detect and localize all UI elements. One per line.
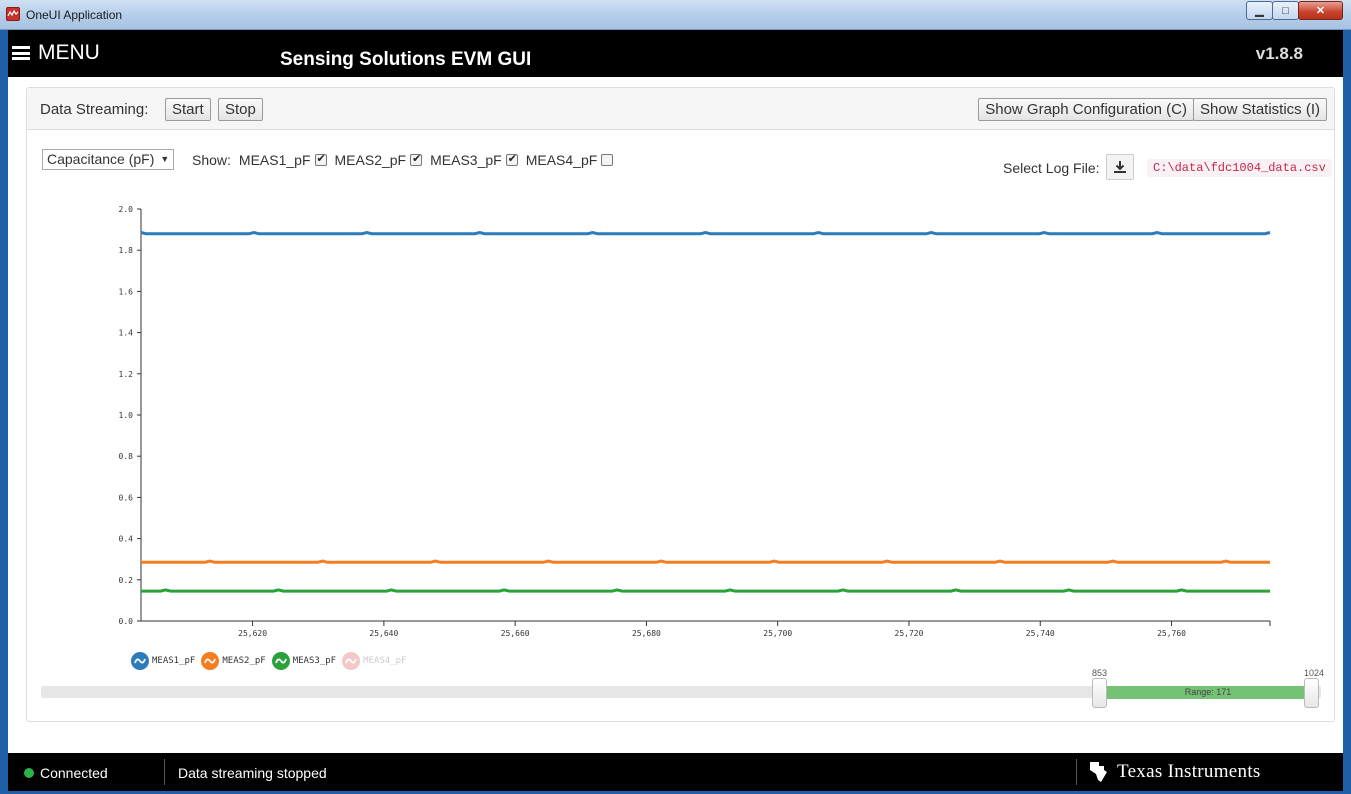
- status-divider: [164, 759, 165, 785]
- wave-icon: [271, 652, 290, 670]
- wave-icon: [342, 652, 361, 670]
- minimize-icon: ▁: [1255, 5, 1264, 17]
- y-tick-label: 0.8: [119, 452, 134, 461]
- y-tick-label: 1.4: [119, 329, 134, 338]
- x-tick-label: 25,760: [1157, 629, 1186, 638]
- x-tick-label: 25,720: [895, 629, 924, 638]
- wave-icon: [201, 652, 220, 670]
- legend-label: MEAS4_pF: [363, 656, 407, 666]
- capacitance-chart: 0.0 0.2 0.4 0.6 0.8 1.0 1.2 1.4 1.6 1.8 2.0 25,620 2…: [119, 205, 1271, 638]
- app-icon: [6, 7, 20, 21]
- company-name: Texas Instruments: [1117, 761, 1261, 782]
- series-line-MEAS2_pF: [141, 559, 1270, 564]
- chart-legend: MEAS1_pF MEAS2_pF MEAS3_pF MEAS4_pF: [131, 652, 412, 670]
- version-label: v1.8.8: [1255, 44, 1303, 63]
- streaming-status: Data streaming stopped: [178, 765, 327, 781]
- status-bar: Connected Data streaming stopped Texas I…: [8, 753, 1343, 791]
- y-tick-label: 1.2: [119, 370, 134, 379]
- y-tick-label: 2.0: [119, 205, 134, 214]
- window-title: OneUI Application: [26, 8, 123, 22]
- menu-button[interactable]: MENU: [12, 39, 100, 67]
- app-header: MENU Sensing Solutions EVM GUI v1.8.8: [8, 30, 1343, 77]
- y-tick-label: 0.0: [119, 617, 134, 626]
- x-tick-label: 25,680: [632, 629, 661, 638]
- legend-label: MEAS3_pF: [292, 656, 337, 666]
- y-tick-label: 0.2: [119, 576, 134, 585]
- x-tick-label: 25,620: [238, 629, 267, 638]
- window-titlebar: OneUI Application ▁ □ ✕: [0, 0, 1351, 30]
- range-high-handle[interactable]: [1304, 678, 1319, 708]
- close-icon: ✕: [1315, 5, 1326, 17]
- graph-panel: Data Streaming: Start Stop Show Graph Co…: [26, 87, 1335, 722]
- y-tick-label: 0.4: [119, 535, 134, 544]
- wave-icon: [131, 652, 149, 670]
- minimize-button[interactable]: ▁: [1246, 1, 1273, 20]
- range-low-handle[interactable]: [1092, 678, 1107, 708]
- range-label: Range: 171: [1184, 687, 1232, 697]
- app-title: Sensing Solutions EVM GUI: [280, 49, 532, 70]
- ti-logo-icon: [1090, 762, 1107, 782]
- y-tick-label: 1.0: [119, 411, 134, 420]
- legend-label: MEAS2_pF: [222, 656, 266, 666]
- series-line-MEAS1_pF: [140, 230, 1271, 236]
- x-tick-label: 25,700: [763, 629, 792, 638]
- legend-label: MEAS1_pF: [152, 656, 196, 666]
- y-tick-label: 0.6: [119, 493, 134, 502]
- range-high-label: 1024: [1304, 668, 1325, 678]
- series-line-MEAS3_pF: [141, 588, 1270, 593]
- x-tick-label: 25,740: [1026, 629, 1055, 638]
- legend-item-meas1[interactable]: MEAS1_pF: [131, 652, 195, 670]
- y-tick-label: 1.8: [119, 246, 134, 255]
- legend-item-meas2[interactable]: MEAS2_pF: [201, 652, 266, 670]
- legend-item-meas4[interactable]: MEAS4_pF: [342, 652, 406, 670]
- range-slider-selection[interactable]: Range: 171: [1107, 686, 1309, 699]
- main-area: Data Streaming: Start Stop Show Graph Co…: [8, 77, 1343, 753]
- range-low-label: 853: [1092, 668, 1108, 678]
- hamburger-icon: [12, 46, 30, 60]
- maximize-icon: □: [1282, 4, 1289, 17]
- close-button[interactable]: ✕: [1298, 1, 1343, 20]
- maximize-button[interactable]: □: [1272, 1, 1299, 20]
- status-divider: [1076, 759, 1077, 785]
- texas-instruments-logo: Texas Instruments: [1087, 759, 1261, 785]
- legend-item-meas3[interactable]: MEAS3_pF: [271, 652, 337, 670]
- y-tick-label: 1.6: [119, 287, 134, 296]
- x-tick-label: 25,660: [501, 629, 530, 638]
- connection-status-icon: [24, 768, 34, 778]
- connection-status: Connected: [40, 765, 108, 781]
- window-controls: ▁ □ ✕: [1246, 1, 1343, 20]
- x-tick-label: 25,640: [369, 629, 398, 638]
- menu-label: MENU: [38, 41, 100, 64]
